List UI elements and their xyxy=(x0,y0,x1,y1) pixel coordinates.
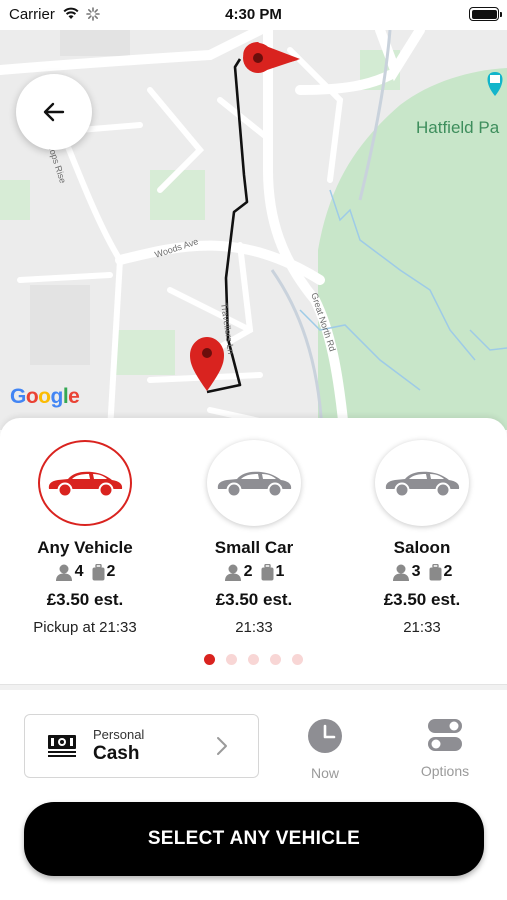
status-time: 4:30 PM xyxy=(225,6,282,23)
cash-icon xyxy=(48,735,76,757)
page-dot[interactable] xyxy=(226,654,237,665)
vehicle-option-saloon[interactable]: Saloon 3 2 £3.50 est. 21:33 xyxy=(337,440,507,636)
luggage-count: 1 xyxy=(275,563,285,580)
google-letter: e xyxy=(68,385,80,408)
car-icon xyxy=(385,471,460,498)
vehicle-price: £3.50 est. xyxy=(215,590,293,609)
page-dot[interactable] xyxy=(270,654,281,665)
google-letter: G xyxy=(10,385,26,408)
payment-method-selector[interactable]: Personal Cash xyxy=(24,714,259,778)
battery-icon xyxy=(469,7,502,21)
google-letter: o xyxy=(25,385,39,408)
google-letter: g xyxy=(50,385,64,408)
vehicle-price: £3.50 est. xyxy=(46,590,124,609)
luggage-icon xyxy=(92,563,104,580)
toggle-options-icon xyxy=(428,719,462,751)
vehicle-capacity: 4 2 xyxy=(0,563,170,581)
passenger-count: 2 xyxy=(243,563,253,580)
park-label: Hatfield Pa xyxy=(416,118,500,137)
pickup-marker-icon xyxy=(190,337,224,391)
vehicle-option-small-car[interactable]: Small Car 2 1 £3.50 est. 21:33 xyxy=(169,440,339,636)
vehicle-pickup-time: Pickup at 21:33 xyxy=(33,619,137,636)
options-button[interactable]: Options xyxy=(410,718,480,779)
now-label: Now xyxy=(310,765,339,781)
vehicle-capacity: 2 1 xyxy=(169,563,339,581)
vehicle-name: Saloon xyxy=(393,538,451,557)
passenger-count: 3 xyxy=(411,563,421,580)
payment-method-label: Cash xyxy=(93,743,140,764)
luggage-icon xyxy=(429,563,441,580)
vehicle-capacity: 3 2 xyxy=(337,563,507,581)
person-icon xyxy=(55,564,72,581)
vehicle-pickup-time: 21:33 xyxy=(235,619,273,636)
vehicle-icon-circle xyxy=(38,440,132,526)
schedule-now-button[interactable]: Now xyxy=(294,718,356,781)
back-button[interactable] xyxy=(16,74,92,150)
page-dot[interactable] xyxy=(204,654,215,665)
back-arrow-icon xyxy=(43,102,65,122)
vehicle-icon-circle xyxy=(207,440,301,526)
section-divider xyxy=(0,684,507,690)
status-bar: Carrier 4:30 PM xyxy=(0,0,507,30)
person-icon xyxy=(224,564,241,581)
route-map[interactable]: Hatfield Pa Bishops Rise Woods Ave Trave… xyxy=(0,30,507,430)
car-icon xyxy=(48,471,123,498)
google-attribution: Google xyxy=(10,385,80,409)
vehicle-name: Any Vehicle xyxy=(37,538,133,557)
luggage-count: 2 xyxy=(106,563,116,580)
chevron-right-icon xyxy=(217,737,227,755)
passenger-count: 4 xyxy=(74,563,84,580)
options-label: Options xyxy=(420,763,470,779)
car-icon xyxy=(217,471,292,498)
vehicle-name: Small Car xyxy=(214,538,294,557)
payment-type-label: Personal xyxy=(93,727,145,742)
vehicle-pickup-time: 21:33 xyxy=(403,619,441,636)
page-dot[interactable] xyxy=(292,654,303,665)
clock-icon xyxy=(308,719,342,753)
vehicle-sheet: Any Vehicle 4 2 £3.50 est. Pickup at 21:… xyxy=(0,418,507,900)
select-vehicle-button[interactable]: SELECT ANY VEHICLE xyxy=(24,802,484,876)
page-indicator xyxy=(0,654,507,665)
luggage-icon xyxy=(261,563,273,580)
google-letter: o xyxy=(38,385,51,408)
vehicle-icon-circle xyxy=(375,440,469,526)
vehicle-option-any-vehicle[interactable]: Any Vehicle 4 2 £3.50 est. Pickup at 21:… xyxy=(0,440,170,636)
page-dot[interactable] xyxy=(248,654,259,665)
luggage-count: 2 xyxy=(443,563,453,580)
vehicle-price: £3.50 est. xyxy=(383,590,461,609)
person-icon xyxy=(392,564,409,581)
